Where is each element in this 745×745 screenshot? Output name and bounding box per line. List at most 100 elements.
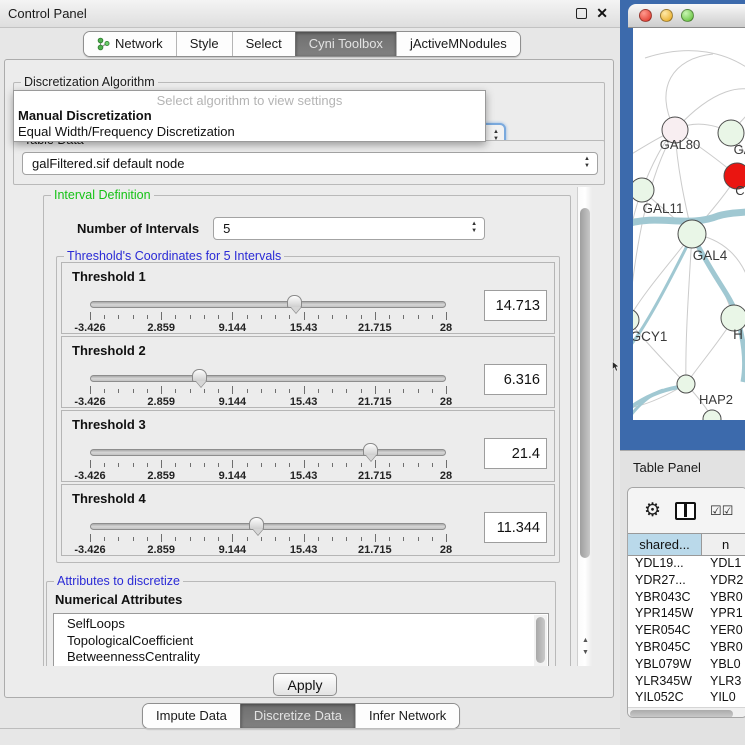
table-row[interactable]: YDR27...YDR2: [628, 573, 745, 590]
network-canvas[interactable]: GAL80GACGAL11GAL4GCY1HHAP2: [633, 28, 745, 420]
slider-handle[interactable]: [363, 443, 378, 456]
scroll-up-arrow-icon[interactable]: ▲: [582, 637, 589, 644]
table-cell: YBR045C: [628, 640, 702, 657]
table-cell: YDL19...: [628, 556, 702, 573]
group-title: Discretization Algorithm: [21, 75, 158, 89]
GAL4-node[interactable]: [678, 220, 706, 248]
table-row[interactable]: YER054CYER0: [628, 623, 745, 640]
scroll-down-arrow-icon[interactable]: ▼: [582, 649, 589, 656]
table-cell: YER0: [702, 623, 745, 640]
table-row[interactable]: YLR345WYLR3: [628, 674, 745, 691]
group-title: Attributes to discretize: [54, 574, 183, 588]
list-item[interactable]: BetweennessCentrality: [67, 649, 548, 666]
threshold-slider[interactable]: [90, 523, 446, 530]
node-label: GA: [734, 142, 745, 157]
table-cell: YIL052C: [628, 690, 702, 707]
threshold-slider[interactable]: [90, 301, 446, 308]
close-icon[interactable]: ✕: [596, 8, 608, 19]
table-row[interactable]: YPR145WYPR1: [628, 606, 745, 623]
network-icon: [97, 37, 110, 51]
threshold-label: Threshold 3: [72, 417, 146, 432]
threshold-label: Threshold 2: [72, 343, 146, 358]
table-cell: YDR2: [702, 573, 745, 590]
threshold-slider[interactable]: [90, 375, 446, 382]
network-edge[interactable]: [633, 234, 692, 320]
algorithm-dropdown-popup: Select algorithm to view settings Manual…: [13, 90, 486, 142]
popup-item-manual-discretization[interactable]: Manual Discretization: [16, 108, 483, 124]
tab-discretize-data[interactable]: Discretize Data: [240, 704, 355, 728]
network-edge[interactable]: [686, 234, 692, 384]
network-window-titlebar[interactable]: [628, 4, 745, 28]
table-row[interactable]: YBR043CYBR0: [628, 590, 745, 607]
table-header-row: shared... n: [628, 533, 745, 556]
table-cell: YLR345W: [628, 674, 702, 691]
tab-cyni-toolbox[interactable]: Cyni Toolbox: [295, 32, 396, 56]
threshold-value-field[interactable]: 21.4: [484, 438, 547, 469]
table-row[interactable]: YBR045CYBR0: [628, 640, 745, 657]
network-edge[interactable]: [645, 51, 745, 76]
table-data-group: Table Data galFiltered.sif default node …: [13, 140, 605, 185]
table-panel-toolbar: ⚙ ☑☑: [628, 488, 745, 533]
list-item[interactable]: TopologicalCoefficient: [67, 633, 548, 650]
threshold-panel: Threshold 3 -3.4262.8599.14415.4321.7152…: [61, 410, 555, 482]
popup-item-equal-width-frequency[interactable]: Equal Width/Frequency Discretization: [16, 124, 483, 140]
float-window-icon[interactable]: [576, 8, 587, 19]
threshold-slider[interactable]: [90, 449, 446, 456]
close-traffic-light-icon[interactable]: [639, 9, 652, 22]
numerical-attributes-label: Numerical Attributes: [55, 592, 549, 607]
threshold-value-field[interactable]: 11.344: [484, 512, 547, 543]
minimize-traffic-light-icon[interactable]: [660, 9, 673, 22]
slider-tick-labels: -3.4262.8599.14415.4321.71528: [90, 470, 446, 482]
zoom-traffic-light-icon[interactable]: [681, 9, 694, 22]
group-title: Interval Definition: [51, 188, 154, 202]
tab-select[interactable]: Select: [232, 32, 295, 56]
network-edge[interactable]: [633, 190, 642, 278]
select-columns-icon[interactable]: ☑☑: [710, 503, 733, 519]
numerical-attributes-list[interactable]: SelfLoopsTopologicalCoefficientBetweenne…: [53, 613, 549, 666]
column-header-shared-name[interactable]: shared...: [628, 534, 702, 555]
settings-scroll-viewport: Interval Definition Number of Intervals …: [13, 187, 575, 666]
scrollbar-thumb[interactable]: [630, 710, 733, 718]
slider-handle[interactable]: [192, 369, 207, 382]
attributes-group: Attributes to discretize Numerical Attri…: [46, 581, 556, 666]
node[interactable]: [703, 410, 721, 420]
slider-handle[interactable]: [287, 295, 302, 308]
network-view-window: GAL80GACGAL11GAL4GCY1HHAP2: [620, 0, 745, 450]
table-horizontal-scrollbar[interactable]: [628, 707, 745, 718]
thresholds-container: Threshold 1 -3.4262.8599.14415.4321.7152…: [61, 262, 555, 556]
control-panel-titlebar: Control Panel ✕: [0, 0, 620, 28]
tab-infer-network[interactable]: Infer Network: [355, 704, 459, 728]
threshold-value-field[interactable]: 6.316: [484, 364, 547, 395]
list-scrollbar[interactable]: [534, 615, 547, 666]
main-vertical-scrollbar[interactable]: ▼ ▲: [577, 187, 592, 666]
tab-style[interactable]: Style: [176, 32, 232, 56]
panel-title: Control Panel: [8, 6, 87, 21]
tab-impute-data[interactable]: Impute Data: [143, 704, 240, 728]
threshold-panel: Threshold 4 -3.4262.8599.14415.4321.7152…: [61, 484, 555, 556]
table-row[interactable]: YBL079WYBL0: [628, 657, 745, 674]
threshold-value-field[interactable]: 14.713: [484, 290, 547, 321]
node-label: H: [733, 327, 743, 342]
list-item[interactable]: SelfLoops: [67, 616, 548, 633]
table-mode-icon[interactable]: [675, 502, 696, 520]
table-panel: ⚙ ☑☑ shared... n YDL19...YDL1YDR27...YDR…: [627, 487, 745, 718]
tab-network[interactable]: Network: [84, 32, 176, 56]
slider-tick-labels: -3.4262.8599.14415.4321.71528: [90, 322, 446, 334]
table-data-combobox[interactable]: galFiltered.sif default node ▲▼: [22, 152, 598, 175]
table-row[interactable]: YIL052CYIL0: [628, 690, 745, 707]
GCY1-node[interactable]: [633, 309, 639, 331]
network-edge[interactable]: [633, 130, 675, 324]
GAL11-node[interactable]: [633, 178, 654, 202]
gear-icon[interactable]: ⚙: [644, 501, 661, 520]
table-cell: YBL079W: [628, 657, 702, 674]
tab-jactivemnodules[interactable]: jActiveMNodules: [396, 32, 520, 56]
HAP2-node[interactable]: [677, 375, 695, 393]
table-row[interactable]: YDL19...YDL1: [628, 556, 745, 573]
scrollbar-thumb[interactable]: [536, 617, 545, 663]
combo-value: galFiltered.sif default node: [32, 156, 184, 171]
column-header-name[interactable]: n: [702, 534, 745, 555]
scrollbar-thumb[interactable]: [580, 208, 590, 558]
number-of-intervals-combobox[interactable]: 5 ▲▼: [213, 217, 485, 240]
slider-handle[interactable]: [249, 517, 264, 530]
apply-button[interactable]: Apply: [273, 673, 337, 696]
